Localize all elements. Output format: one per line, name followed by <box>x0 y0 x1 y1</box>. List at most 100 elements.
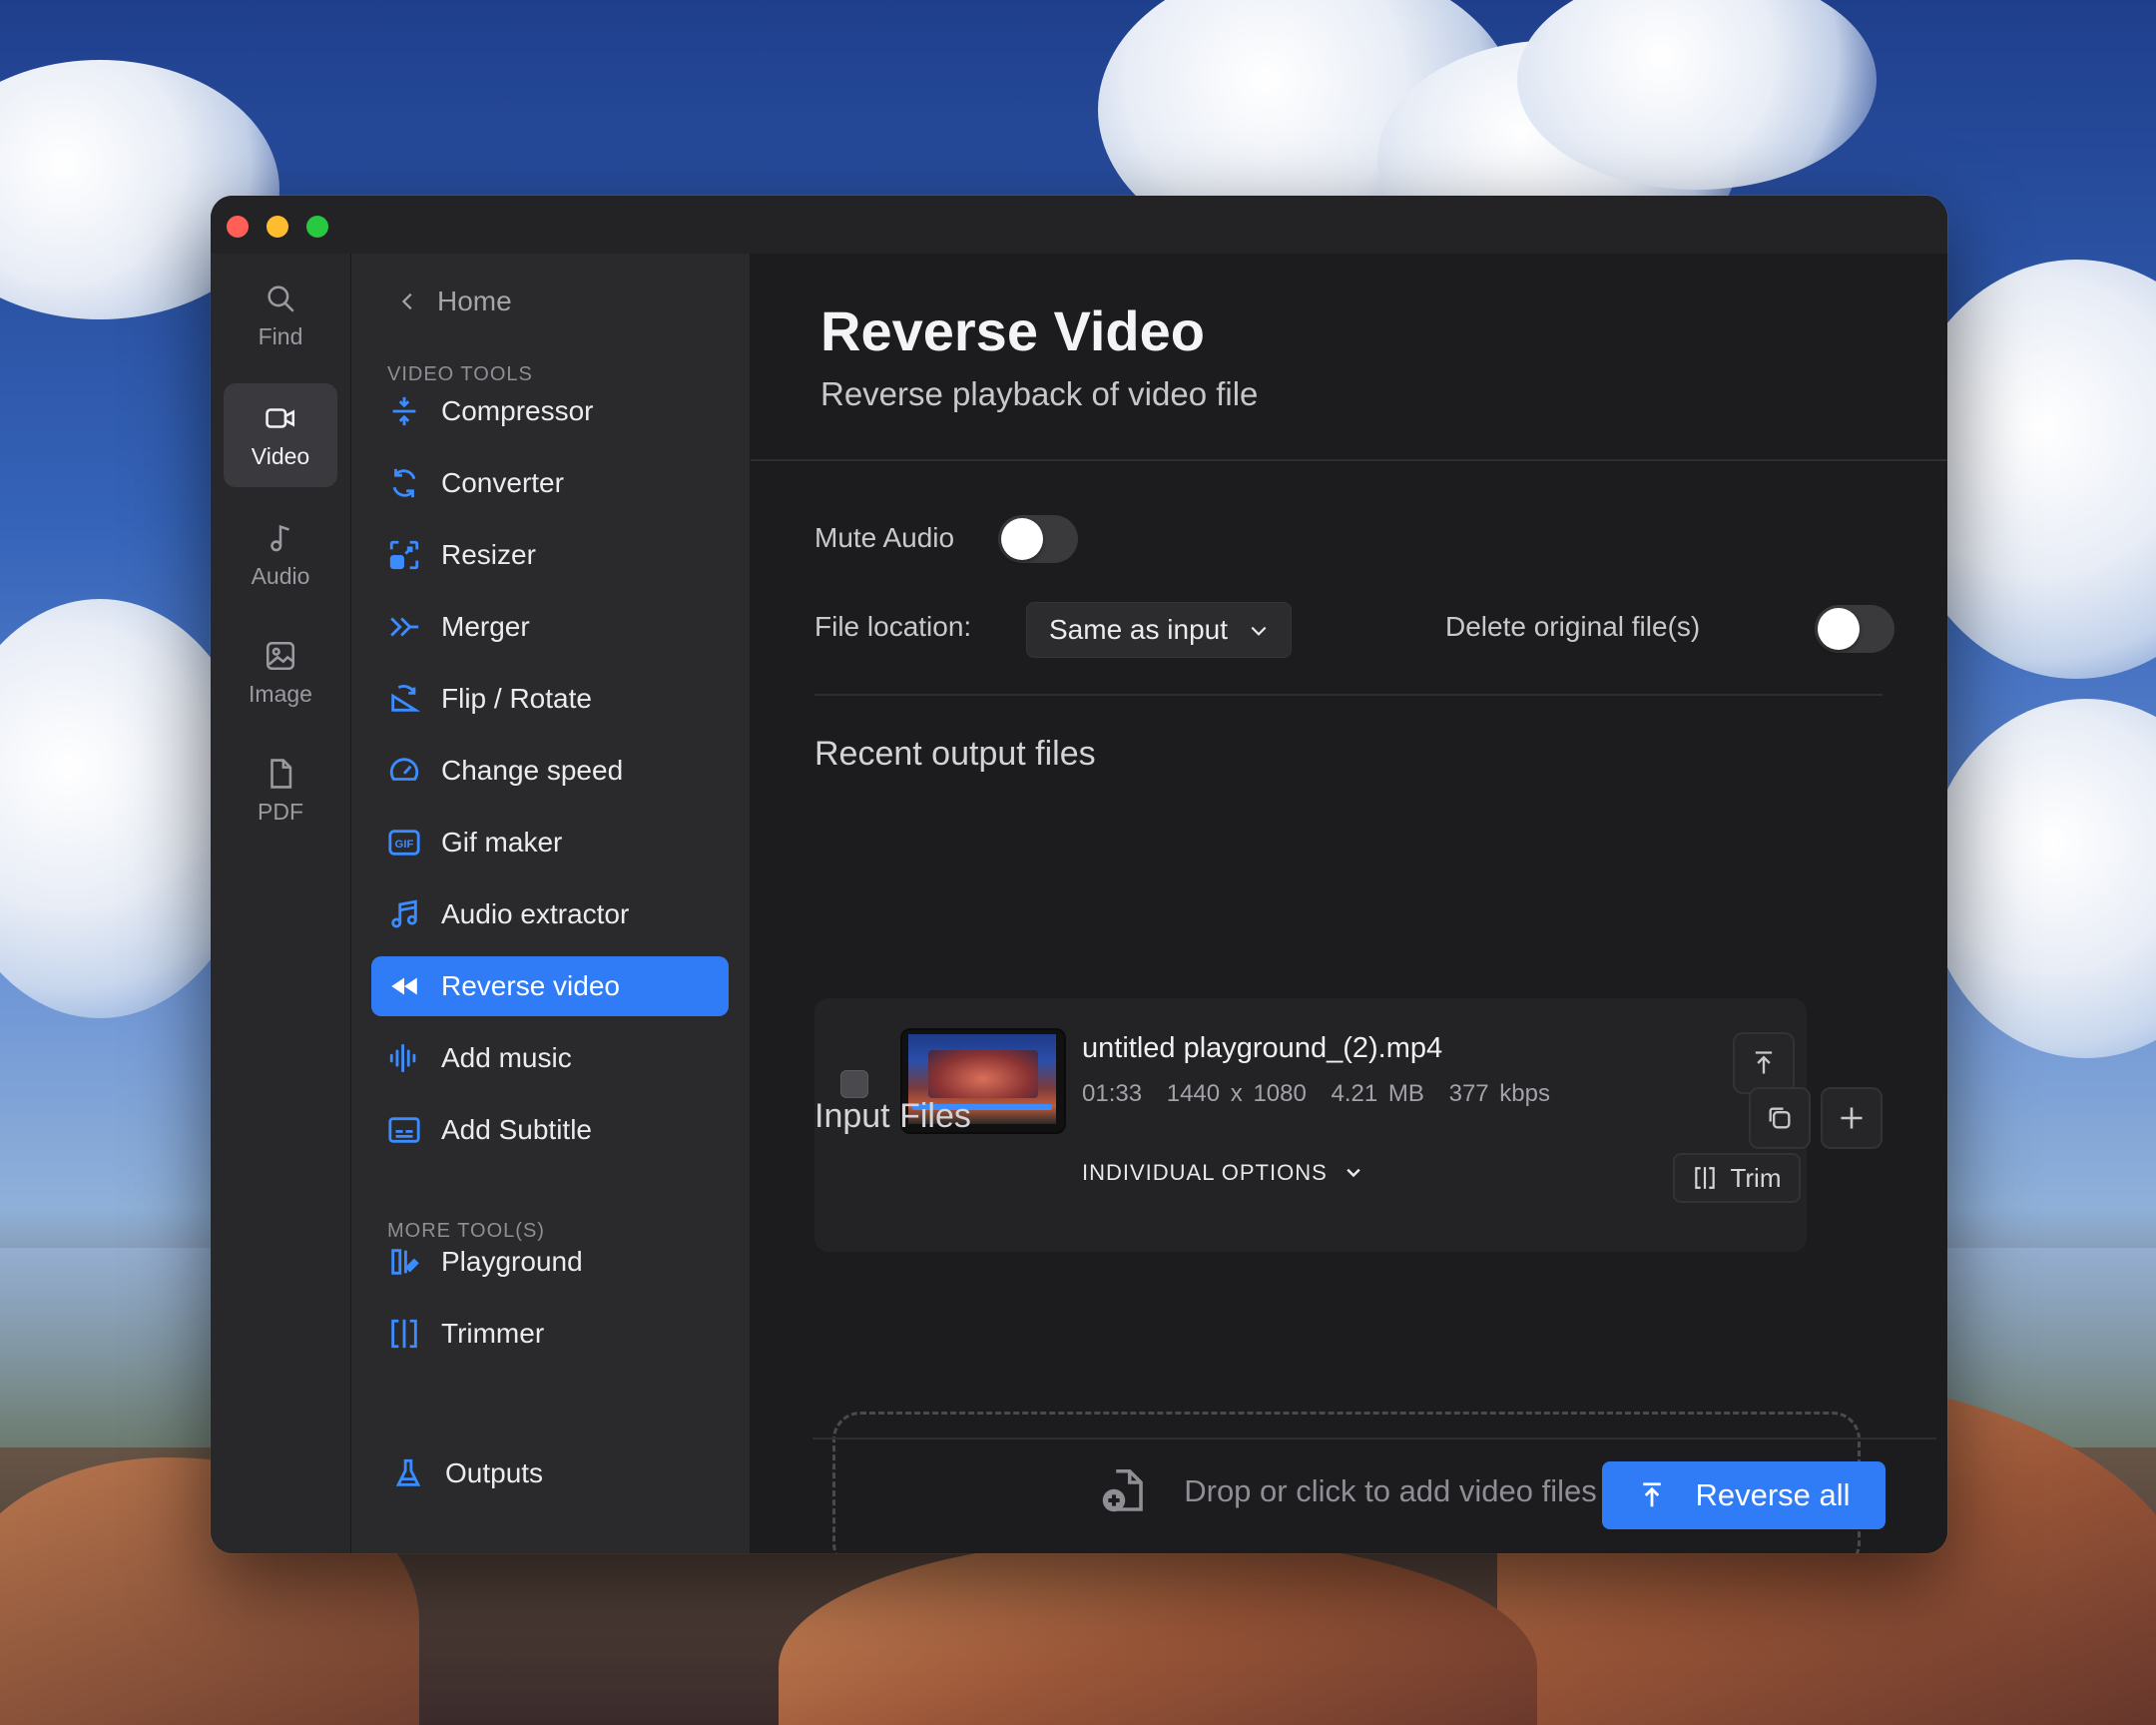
nav-item-label: Resizer <box>441 539 536 570</box>
nav-item-label: Compressor <box>441 395 594 426</box>
file-meta: 01:33 1440 x 1080 4.21 MB 377 kbps <box>1082 1080 1564 1108</box>
individual-options-label: INDIVIDUAL OPTIONS <box>1082 1160 1328 1185</box>
paste-files-button[interactable] <box>1749 1087 1811 1149</box>
category-rail: Find Video Audio Image PDF <box>211 254 351 1553</box>
nav-item-label: Converter <box>441 467 564 498</box>
header-divider <box>751 459 1947 461</box>
footer-divider <box>812 1438 1936 1439</box>
nav-item-label: Playground <box>441 1246 583 1277</box>
rail-label: Video <box>251 442 310 469</box>
nav-item-reverse-video[interactable]: Reverse video <box>371 956 729 1016</box>
add-file-icon <box>1102 1468 1144 1512</box>
nav-item-outputs[interactable]: Outputs <box>371 1443 729 1503</box>
nav-item-label: Flip / Rotate <box>441 683 592 714</box>
chevron-left-icon <box>401 292 412 310</box>
toggle-knob <box>1818 608 1860 650</box>
file-resolution: 1440 x 1080 <box>1166 1080 1307 1107</box>
nav-item-add-music[interactable]: Add music <box>371 1028 729 1088</box>
mute-audio-toggle[interactable] <box>998 515 1078 563</box>
mute-audio-label: Mute Audio <box>814 522 955 553</box>
nav-item-label: Add music <box>441 1042 572 1073</box>
nav-item-label: Reverse video <box>441 970 620 1001</box>
nav-item-converter[interactable]: Converter <box>371 453 729 513</box>
merge-icon <box>390 617 419 637</box>
nav-item-merger[interactable]: Merger <box>371 597 729 657</box>
app-window: Find Video Audio Image PDF Home VIDEO TO… <box>211 196 1947 1553</box>
nav-item-gif-maker[interactable]: GIF Gif maker <box>371 813 729 872</box>
file-location-select[interactable]: Same as input <box>1026 602 1292 658</box>
close-window-button[interactable] <box>227 216 249 238</box>
rail-label: Audio <box>251 562 310 589</box>
minimize-window-button[interactable] <box>267 216 288 238</box>
rewind-icon <box>391 977 417 995</box>
image-icon <box>266 641 295 670</box>
toggle-knob <box>1001 518 1043 560</box>
trim-icon <box>1695 1167 1716 1189</box>
reverse-all-button[interactable]: Reverse all <box>1602 1461 1886 1529</box>
nav-item-label: Audio extractor <box>441 898 630 929</box>
file-select-checkbox[interactable] <box>840 1070 868 1098</box>
main-panel: Reverse Video Reverse playback of video … <box>751 254 1947 1553</box>
reverse-all-label: Reverse all <box>1695 1477 1851 1512</box>
plus-icon <box>1841 1107 1863 1129</box>
document-icon <box>270 758 292 789</box>
add-files-button[interactable] <box>1821 1087 1883 1149</box>
nav-item-compressor[interactable]: Compressor <box>371 381 729 441</box>
page-subtitle: Reverse playback of video file <box>820 375 1259 412</box>
rail-item-image[interactable]: Image <box>224 621 337 725</box>
rail-item-video[interactable]: Video <box>224 383 337 487</box>
convert-icon <box>392 468 416 498</box>
rotate-icon <box>391 685 421 712</box>
file-location-value: Same as input <box>1049 614 1228 645</box>
upload-arrow-icon <box>1755 1051 1773 1074</box>
file-bitrate: 377 kbps <box>1448 1080 1550 1107</box>
open-file-button[interactable] <box>1733 1032 1795 1094</box>
recent-output-heading: Recent output files <box>814 735 1096 773</box>
gif-icon: GIF <box>388 830 420 856</box>
subtitle-icon <box>388 1117 420 1143</box>
music-note-icon <box>391 899 417 928</box>
upload-arrow-icon <box>1643 1482 1662 1507</box>
nav-item-audio-extractor[interactable]: Audio extractor <box>371 884 729 944</box>
file-duration: 01:33 <box>1082 1080 1143 1107</box>
chevron-down-icon <box>1347 1168 1360 1178</box>
waveform-icon <box>389 1043 416 1073</box>
nav-item-label: Trimmer <box>441 1318 545 1349</box>
nav-item-resizer[interactable]: Resizer <box>371 525 729 585</box>
video-camera-icon <box>266 407 295 428</box>
back-home-label: Home <box>437 286 512 316</box>
nav-item-add-subtitle[interactable]: Add Subtitle <box>371 1100 729 1160</box>
speedometer-icon <box>389 758 419 781</box>
trim-button[interactable]: Trim <box>1673 1153 1801 1203</box>
nav-item-change-speed[interactable]: Change speed <box>371 741 729 801</box>
rail-item-find[interactable]: Find <box>224 264 337 367</box>
nav-item-flip-rotate[interactable]: Flip / Rotate <box>371 669 729 729</box>
nav-item-playground[interactable]: Playground <box>371 1232 729 1292</box>
nav-item-label: Gif maker <box>441 827 563 858</box>
delete-original-toggle[interactable] <box>1815 605 1894 653</box>
settings-divider <box>814 694 1883 696</box>
nav-item-label: Change speed <box>441 755 624 786</box>
file-size: 4.21 MB <box>1331 1080 1424 1107</box>
nav-item-label: Merger <box>441 611 530 642</box>
trim-label: Trim <box>1730 1162 1782 1193</box>
rail-item-pdf[interactable]: PDF <box>224 739 337 843</box>
compress-icon <box>392 396 416 426</box>
individual-options-toggle[interactable]: INDIVIDUAL OPTIONS <box>1082 1160 1363 1186</box>
delete-original-label: Delete original file(s) <box>1445 611 1701 642</box>
search-icon <box>268 285 294 312</box>
file-location-label: File location: <box>814 611 972 642</box>
drop-zone-text: Drop or click to add video files <box>1184 1473 1597 1508</box>
back-home-link[interactable]: Home <box>397 286 512 317</box>
trim-icon <box>391 1319 417 1349</box>
tool-sidebar: Home VIDEO TOOLS Compressor Converter Re… <box>351 254 751 1553</box>
nav-item-label: Add Subtitle <box>441 1114 592 1145</box>
rail-label: PDF <box>258 798 303 825</box>
nav-item-trimmer[interactable]: Trimmer <box>371 1304 729 1364</box>
nav-item-label: Outputs <box>445 1457 544 1488</box>
rail-label: Find <box>258 322 303 349</box>
rail-item-audio[interactable]: Audio <box>224 503 337 607</box>
zoom-window-button[interactable] <box>306 216 328 238</box>
title-bar <box>211 196 1947 254</box>
input-files-heading: Input Files <box>814 1097 971 1135</box>
